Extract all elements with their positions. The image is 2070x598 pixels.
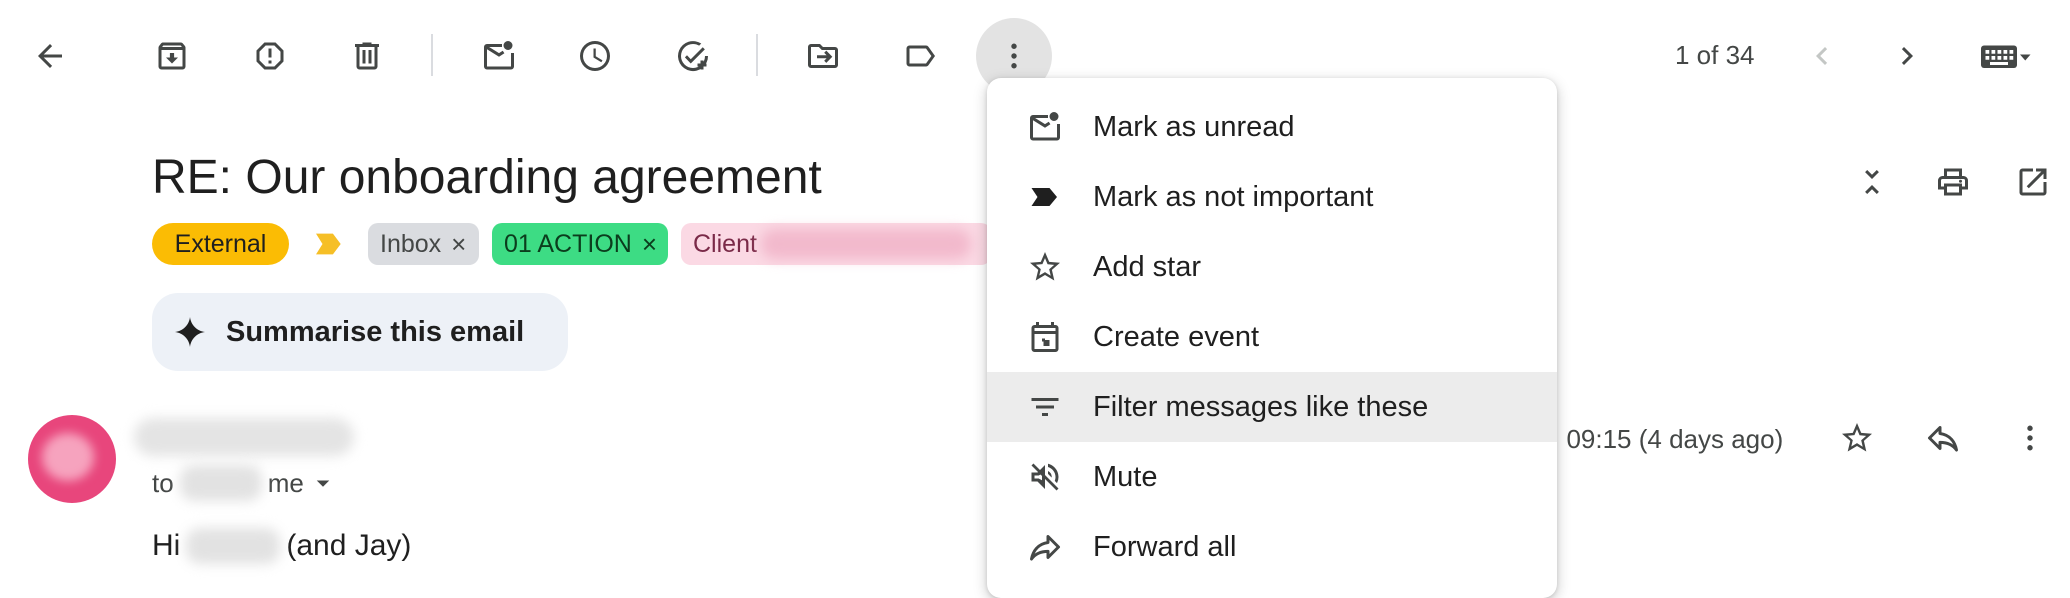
- mark-unread-icon: [1025, 107, 1065, 147]
- filter-icon: [1025, 387, 1065, 427]
- report-spam-icon: [256, 42, 284, 70]
- label-chip-action[interactable]: 01 ACTION ×: [492, 223, 668, 265]
- menu-item-filter-messages[interactable]: Filter messages like these: [987, 372, 1557, 442]
- menu-item-label: Forward all: [1093, 530, 1237, 563]
- star-outline-icon: [1842, 423, 1872, 452]
- greeting-suffix: (and Jay): [286, 529, 412, 562]
- menu-item-label: Mark as not important: [1093, 180, 1374, 213]
- open-in-new-icon: [2019, 168, 2047, 196]
- label-icon: [906, 45, 935, 67]
- label-chip-text: 01 ACTION: [504, 229, 632, 258]
- trash-icon: [355, 42, 379, 70]
- message-more-button[interactable]: [1998, 406, 2062, 470]
- open-new-window-button[interactable]: [2001, 150, 2065, 214]
- star-button[interactable]: [1825, 406, 1889, 470]
- calendar-event-icon: [1025, 317, 1065, 357]
- label-chip-text: External: [174, 229, 267, 258]
- archive-icon: [158, 42, 186, 70]
- toolbar-separator: [756, 34, 758, 76]
- label-chip-inbox[interactable]: Inbox ×: [368, 223, 479, 265]
- important-marker-icon: [1025, 177, 1065, 217]
- menu-item-label: Filter messages like these: [1093, 390, 1429, 423]
- important-marker-icon: [316, 233, 341, 255]
- label-chip-text: Inbox: [380, 229, 442, 258]
- move-to-button[interactable]: [791, 24, 855, 88]
- chevron-left-icon: [1816, 47, 1828, 65]
- back-button[interactable]: [18, 24, 82, 88]
- menu-item-label: Mark as unread: [1093, 110, 1295, 143]
- to-prefix: to: [152, 467, 174, 498]
- toolbar-separator: [431, 34, 433, 76]
- add-to-tasks-button[interactable]: [661, 24, 725, 88]
- archive-button[interactable]: [140, 24, 204, 88]
- summarise-button[interactable]: Summarise this email: [152, 293, 568, 371]
- arrow-left-icon: [38, 44, 62, 68]
- email-subject: RE: Our onboarding agreement: [152, 151, 822, 204]
- print-icon: [1938, 168, 1968, 196]
- menu-item-create-event[interactable]: Create event: [987, 302, 1557, 372]
- label-chip-text: Client: [693, 229, 757, 258]
- summarise-label: Summarise this email: [226, 315, 525, 348]
- menu-item-mark-unread[interactable]: Mark as unread: [987, 92, 1557, 162]
- unfold-less-icon: [1865, 170, 1879, 194]
- menu-item-forward-all[interactable]: Forward all: [987, 512, 1557, 582]
- menu-item-not-important[interactable]: Mark as not important: [987, 162, 1557, 232]
- report-spam-button[interactable]: [238, 24, 302, 88]
- remove-label-icon[interactable]: ×: [451, 229, 466, 260]
- collapse-all-button[interactable]: [1840, 150, 1904, 214]
- sender-name-redacted: [134, 418, 354, 456]
- older-button[interactable]: [1875, 24, 1939, 88]
- message-timestamp: , 09:15 (4 days ago): [1552, 424, 1784, 454]
- more-vert-icon: [1011, 43, 1017, 69]
- menu-item-label: Mute: [1093, 460, 1158, 493]
- message-body-preview: Hi (and Jay): [152, 528, 411, 564]
- labels-button[interactable]: [888, 24, 952, 88]
- recipient-redacted: [179, 465, 262, 501]
- menu-item-mute[interactable]: Mute: [987, 442, 1557, 512]
- menu-item-label: Create event: [1093, 320, 1260, 353]
- mute-icon: [1025, 457, 1065, 497]
- sender-avatar[interactable]: [28, 415, 116, 503]
- greeting-prefix: Hi: [152, 529, 181, 562]
- menu-item-label: Add star: [1093, 250, 1201, 283]
- print-button[interactable]: [1921, 150, 1985, 214]
- sparkle-icon: [175, 317, 205, 347]
- move-folder-icon: [808, 44, 838, 68]
- keyboard-icon: [1981, 45, 2031, 68]
- remove-label-icon[interactable]: ×: [642, 229, 657, 260]
- reply-button[interactable]: [1911, 406, 1975, 470]
- important-marker[interactable]: [313, 231, 345, 262]
- chevron-right-icon: [1901, 47, 1913, 65]
- reply-icon: [1928, 426, 1958, 452]
- pager-count: 1 of 34: [1675, 40, 1755, 70]
- delete-button[interactable]: [335, 24, 399, 88]
- greeting-name-redacted: [186, 528, 281, 564]
- label-chip-external[interactable]: External: [152, 223, 289, 265]
- input-tools-button[interactable]: [1960, 24, 2050, 88]
- task-add-icon: [678, 41, 709, 72]
- caret-down-icon[interactable]: [308, 468, 338, 498]
- menu-item-add-star[interactable]: Add star: [987, 232, 1557, 302]
- recipient-me: me: [267, 467, 304, 498]
- more-options-menu: Mark as unread Mark as not important Add…: [987, 78, 1557, 598]
- newer-button[interactable]: [1790, 24, 1854, 88]
- label-chip-client[interactable]: Client: [681, 223, 991, 265]
- snooze-button[interactable]: [563, 24, 627, 88]
- avatar-image: [42, 433, 94, 481]
- recipients-line[interactable]: to me: [152, 465, 338, 501]
- more-vert-icon: [2027, 425, 2033, 451]
- forward-icon: [1025, 527, 1065, 567]
- mark-unread-icon: [484, 41, 514, 70]
- star-outline-icon: [1025, 247, 1065, 287]
- mark-unread-button[interactable]: [467, 24, 531, 88]
- redacted-text: [760, 229, 971, 259]
- clock-icon: [580, 41, 610, 71]
